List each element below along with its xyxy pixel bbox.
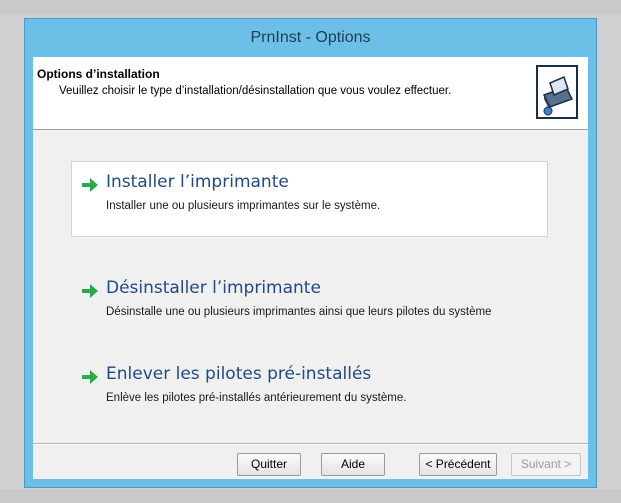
desktop-top-band [0, 0, 621, 14]
option-title: Désinstaller l’imprimante [106, 278, 321, 298]
dialog-window: PrnInst - Options Options d’installation… [24, 18, 597, 488]
option-title: Enlever les pilotes pré-installés [106, 364, 372, 384]
green-arrow-icon [82, 370, 98, 384]
option-description: Installer une ou plusieurs imprimantes s… [106, 200, 381, 212]
desktop-bottom-band [0, 489, 621, 503]
option-remove-preinstalled-drivers[interactable]: Enlever les pilotes pré-installés Enlève… [71, 353, 548, 429]
next-button[interactable]: Suivant > [511, 453, 581, 476]
option-title: Installer l’imprimante [106, 172, 289, 192]
dialog-client-area: Options d’installation Veuillez choisir … [33, 57, 588, 479]
green-arrow-icon [82, 284, 98, 298]
option-install-printer[interactable]: Installer l’imprimante Installer une ou … [71, 161, 548, 237]
footer-separator [33, 443, 588, 445]
option-description: Enlève les pilotes pré-installés antérie… [106, 392, 407, 404]
option-description: Désinstalle une ou plusieurs imprimantes… [106, 306, 492, 318]
option-uninstall-printer[interactable]: Désinstaller l’imprimante Désinstalle un… [71, 267, 548, 343]
printer-setup-icon [536, 65, 578, 119]
previous-button[interactable]: < Précédent [419, 453, 497, 476]
wizard-header: Options d’installation Veuillez choisir … [33, 57, 588, 130]
help-button[interactable]: Aide [321, 453, 385, 476]
green-arrow-icon [82, 178, 98, 192]
title-bar[interactable]: PrnInst - Options [25, 19, 596, 57]
header-subtitle: Veuillez choisir le type d’installation/… [59, 85, 452, 97]
quit-button[interactable]: Quitter [237, 453, 301, 476]
window-title: PrnInst - Options [250, 29, 371, 46]
header-title: Options d’installation [37, 67, 160, 81]
